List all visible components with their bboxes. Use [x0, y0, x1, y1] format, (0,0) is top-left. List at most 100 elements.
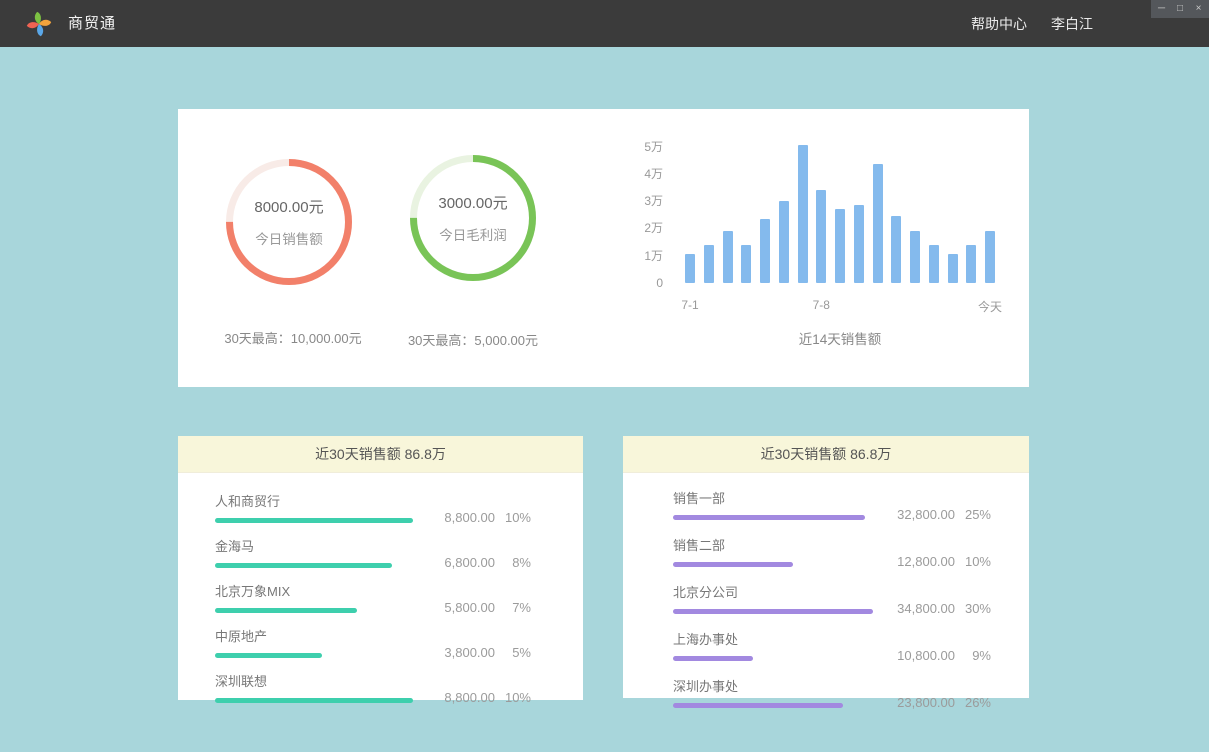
rank-item-percent: 8%: [495, 555, 531, 570]
rank-item-bar: [673, 562, 873, 567]
daily-bar: [741, 245, 751, 283]
daily-bar: [704, 245, 714, 283]
today-sales-caption: 今日销售额: [255, 228, 323, 248]
rank-row: 深圳联想8,800.0010%: [215, 671, 531, 703]
rank-row: 人和商贸行8,800.0010%: [215, 491, 531, 523]
help-center-link[interactable]: 帮助中心: [971, 14, 1027, 34]
rank-item-bar: [215, 653, 415, 658]
rank-item-amount: 8,800.00: [429, 510, 495, 525]
rank-item-name: 深圳办事处: [673, 676, 991, 695]
rank-row: 销售一部32,800.0025%: [673, 488, 991, 520]
titlebar: 商贸通 帮助中心 李白江 ─ □ ×: [0, 0, 1209, 47]
app-title: 商贸通: [68, 0, 116, 47]
daily-bar: [910, 231, 920, 283]
user-menu[interactable]: 李白江: [1051, 14, 1093, 34]
daily-y-tick: 5万: [621, 140, 663, 154]
rank-item-percent: 7%: [495, 600, 531, 615]
customer-ranking-list: 人和商贸行8,800.0010%金海马6,800.008%北京万象MIX5,80…: [178, 473, 583, 703]
daily-bar: [948, 254, 958, 283]
rank-row: 上海办事处10,800.009%: [673, 629, 991, 661]
rank-item-bar: [215, 563, 415, 568]
daily-chart-title: 近14天销售额: [685, 328, 995, 348]
rank-item-percent: 30%: [955, 601, 991, 616]
rank-item-name: 北京万象MIX: [215, 581, 531, 600]
rank-item-name: 上海办事处: [673, 629, 991, 648]
profit-30d-max-label: 30天最高：5,000.00元: [373, 330, 573, 349]
rank-item-percent: 10%: [955, 554, 991, 569]
today-profit-donut: 3000.00元 今日毛利润: [410, 155, 536, 281]
daily-bar: [985, 231, 995, 283]
daily-x-tick: 今天: [978, 298, 1002, 315]
department-ranking-card: 近30天销售额 86.8万 销售一部32,800.0025% 销售二部12,800…: [623, 436, 1029, 698]
daily-x-tick: 7-8: [813, 298, 830, 312]
rank-item-amount: 12,800.00: [889, 554, 955, 569]
close-button[interactable]: ×: [1191, 0, 1207, 18]
rank-item-amount: 34,800.00: [889, 601, 955, 616]
rank-row: 销售二部12,800.0010%: [673, 535, 991, 567]
daily-bar: [854, 205, 864, 283]
titlebar-nav: 帮助中心 李白江: [971, 0, 1093, 47]
customer-ranking-header: 近30天销售额 86.8万: [178, 436, 583, 473]
daily-y-tick: 4万: [621, 167, 663, 181]
daily-bar: [966, 245, 976, 283]
department-ranking-header: 近30天销售额 86.8万: [623, 436, 1029, 473]
daily-bar: [685, 254, 695, 283]
maximize-button[interactable]: □: [1172, 0, 1188, 18]
rank-item-bar: [215, 608, 415, 613]
daily-bar: [798, 145, 808, 283]
today-profit-caption: 今日毛利润: [439, 224, 507, 244]
daily-bar: [779, 201, 789, 283]
app-logo-pinwheel-icon: [24, 9, 54, 39]
rank-item-percent: 10%: [495, 690, 531, 705]
daily-bar: [891, 216, 901, 283]
today-profit-value: 3000.00元: [438, 192, 507, 213]
daily-chart-y-axis: 5万4万3万2万1万0: [621, 133, 663, 283]
rank-item-amount: 23,800.00: [889, 695, 955, 710]
daily-y-tick: 0: [621, 276, 663, 290]
daily-chart-x-axis: 7-17-8今天: [685, 298, 995, 314]
rank-item-amount: 6,800.00: [429, 555, 495, 570]
rank-item-percent: 26%: [955, 695, 991, 710]
rank-item-amount: 10,800.00: [889, 648, 955, 663]
rank-item-name: 销售一部: [673, 488, 991, 507]
rank-item-name: 中原地产: [215, 626, 531, 645]
rank-item-percent: 9%: [955, 648, 991, 663]
rank-item-amount: 32,800.00: [889, 507, 955, 522]
daily-sales-bar-chart: [685, 133, 995, 283]
today-sales-donut: 8000.00元 今日销售额: [226, 159, 352, 285]
rank-row: 北京分公司34,800.0030%: [673, 582, 991, 614]
minimize-button[interactable]: ─: [1154, 0, 1170, 18]
rank-item-name: 销售二部: [673, 535, 991, 554]
department-ranking-list: 销售一部32,800.0025% 销售二部12,800.0010% 北京分公司34,…: [623, 473, 1029, 708]
daily-bar: [873, 164, 883, 283]
rank-item-bar: [673, 703, 873, 708]
rank-item-percent: 25%: [955, 507, 991, 522]
daily-bar: [723, 231, 733, 283]
rank-item-name: 人和商贸行: [215, 491, 531, 510]
today-summary-card: 8000.00元 今日销售额 30天最高：10,000.00元 3000.00元…: [178, 109, 1029, 387]
daily-bar: [816, 190, 826, 283]
daily-x-tick: 7-1: [681, 298, 698, 312]
rank-item-percent: 5%: [495, 645, 531, 660]
rank-row: 北京万象MIX5,800.007%: [215, 581, 531, 613]
rank-row: 金海马6,800.008%: [215, 536, 531, 568]
rank-item-name: 深圳联想: [215, 671, 531, 690]
daily-bar: [835, 209, 845, 283]
rank-row: 深圳办事处23,800.0026%: [673, 676, 991, 708]
daily-y-tick: 3万: [621, 194, 663, 208]
daily-bar: [929, 245, 939, 283]
daily-bar: [760, 219, 770, 283]
rank-item-bar: [673, 515, 873, 520]
rank-item-percent: 10%: [495, 510, 531, 525]
daily-y-tick: 2万: [621, 221, 663, 235]
rank-item-bar: [215, 698, 415, 703]
sales-30d-max-label: 30天最高：10,000.00元: [183, 328, 403, 347]
rank-item-amount: 5,800.00: [429, 600, 495, 615]
rank-item-amount: 3,800.00: [429, 645, 495, 660]
daily-y-tick: 1万: [621, 249, 663, 263]
window-controls: ─ □ ×: [1151, 0, 1209, 18]
rank-item-amount: 8,800.00: [429, 690, 495, 705]
rank-row: 中原地产3,800.005%: [215, 626, 531, 658]
rank-item-bar: [673, 609, 873, 614]
app-window: 商贸通 帮助中心 李白江 ─ □ × 8000.00元 今日销售额 30天最高：…: [0, 0, 1209, 752]
